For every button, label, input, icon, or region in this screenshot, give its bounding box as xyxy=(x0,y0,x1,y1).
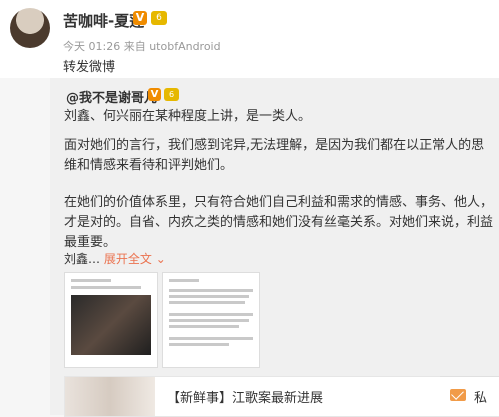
thumb-text-line xyxy=(169,279,199,282)
level-icon: 6 xyxy=(164,88,179,101)
image-thumbnail[interactable] xyxy=(64,272,158,368)
thumb-text-line xyxy=(169,319,249,322)
thumb-text-line xyxy=(169,325,239,328)
message-label: 私 xyxy=(474,391,488,406)
expand-label: 展开全文 xyxy=(103,252,152,266)
image-thumbnail[interactable] xyxy=(162,272,260,368)
verified-v-icon: V xyxy=(148,88,161,101)
original-author[interactable]: @我不是谢哥儿 xyxy=(66,87,157,106)
level-icon: 6 xyxy=(151,11,167,25)
mail-icon xyxy=(450,389,466,401)
repost-text: 转发微博 xyxy=(63,60,116,75)
thumb-text-line xyxy=(169,313,253,316)
news-headline: 【新鲜事】江歌案最新进展 xyxy=(167,391,324,406)
truncated-text: 刘鑫… xyxy=(64,252,101,266)
thumb-text-line xyxy=(169,337,253,340)
paragraph: 在她们的价值体系里，只有符合她们自己利益和需求的情感、事务、他人，才是对的。自省… xyxy=(64,195,494,250)
verified-v-icon: V xyxy=(133,11,147,25)
post-time: 今天 01:26 xyxy=(63,40,121,53)
news-image xyxy=(65,377,155,416)
post-client: 来自 utobfAndroid xyxy=(123,40,221,53)
chevron-down-icon: ⌄ xyxy=(155,252,166,266)
thumb-text-line xyxy=(169,301,245,304)
thumb-text-line xyxy=(71,286,141,289)
thumb-text-line xyxy=(71,279,111,282)
paragraph: 面对她们的言行，我们感到诧异,无法理解，是因为我们都在以正常人的思维和情感来看待… xyxy=(64,138,485,173)
photo xyxy=(71,295,151,355)
thumb-text-line xyxy=(169,295,249,298)
original-post: @我不是谢哥儿 V 6 刘鑫、何兴丽在某种程度上讲，是一类人。 面对她们的言行，… xyxy=(50,78,499,417)
post-meta: 今天 01:26 来自 utobfAndroid xyxy=(63,38,221,54)
expand-row: 刘鑫… 展开全文 ⌄ xyxy=(64,250,166,267)
avatar[interactable] xyxy=(10,8,50,48)
expand-full-text-link[interactable]: 展开全文 ⌄ xyxy=(104,252,166,266)
post-header: 苦咖啡-夏莲 V 6 今天 01:26 来自 utobfAndroid 转发微博 xyxy=(0,0,499,78)
paragraph: 刘鑫、何兴丽在某种程度上讲，是一类人。 xyxy=(64,109,312,124)
thumb-text-line xyxy=(169,289,253,292)
private-message-button[interactable]: 私 xyxy=(440,376,499,416)
weibo-post-card: 苦咖啡-夏莲 V 6 今天 01:26 来自 utobfAndroid 转发微博… xyxy=(0,0,499,417)
news-card[interactable]: 【新鲜事】江歌案最新进展 xyxy=(64,376,499,417)
thumb-text-line xyxy=(169,343,229,346)
